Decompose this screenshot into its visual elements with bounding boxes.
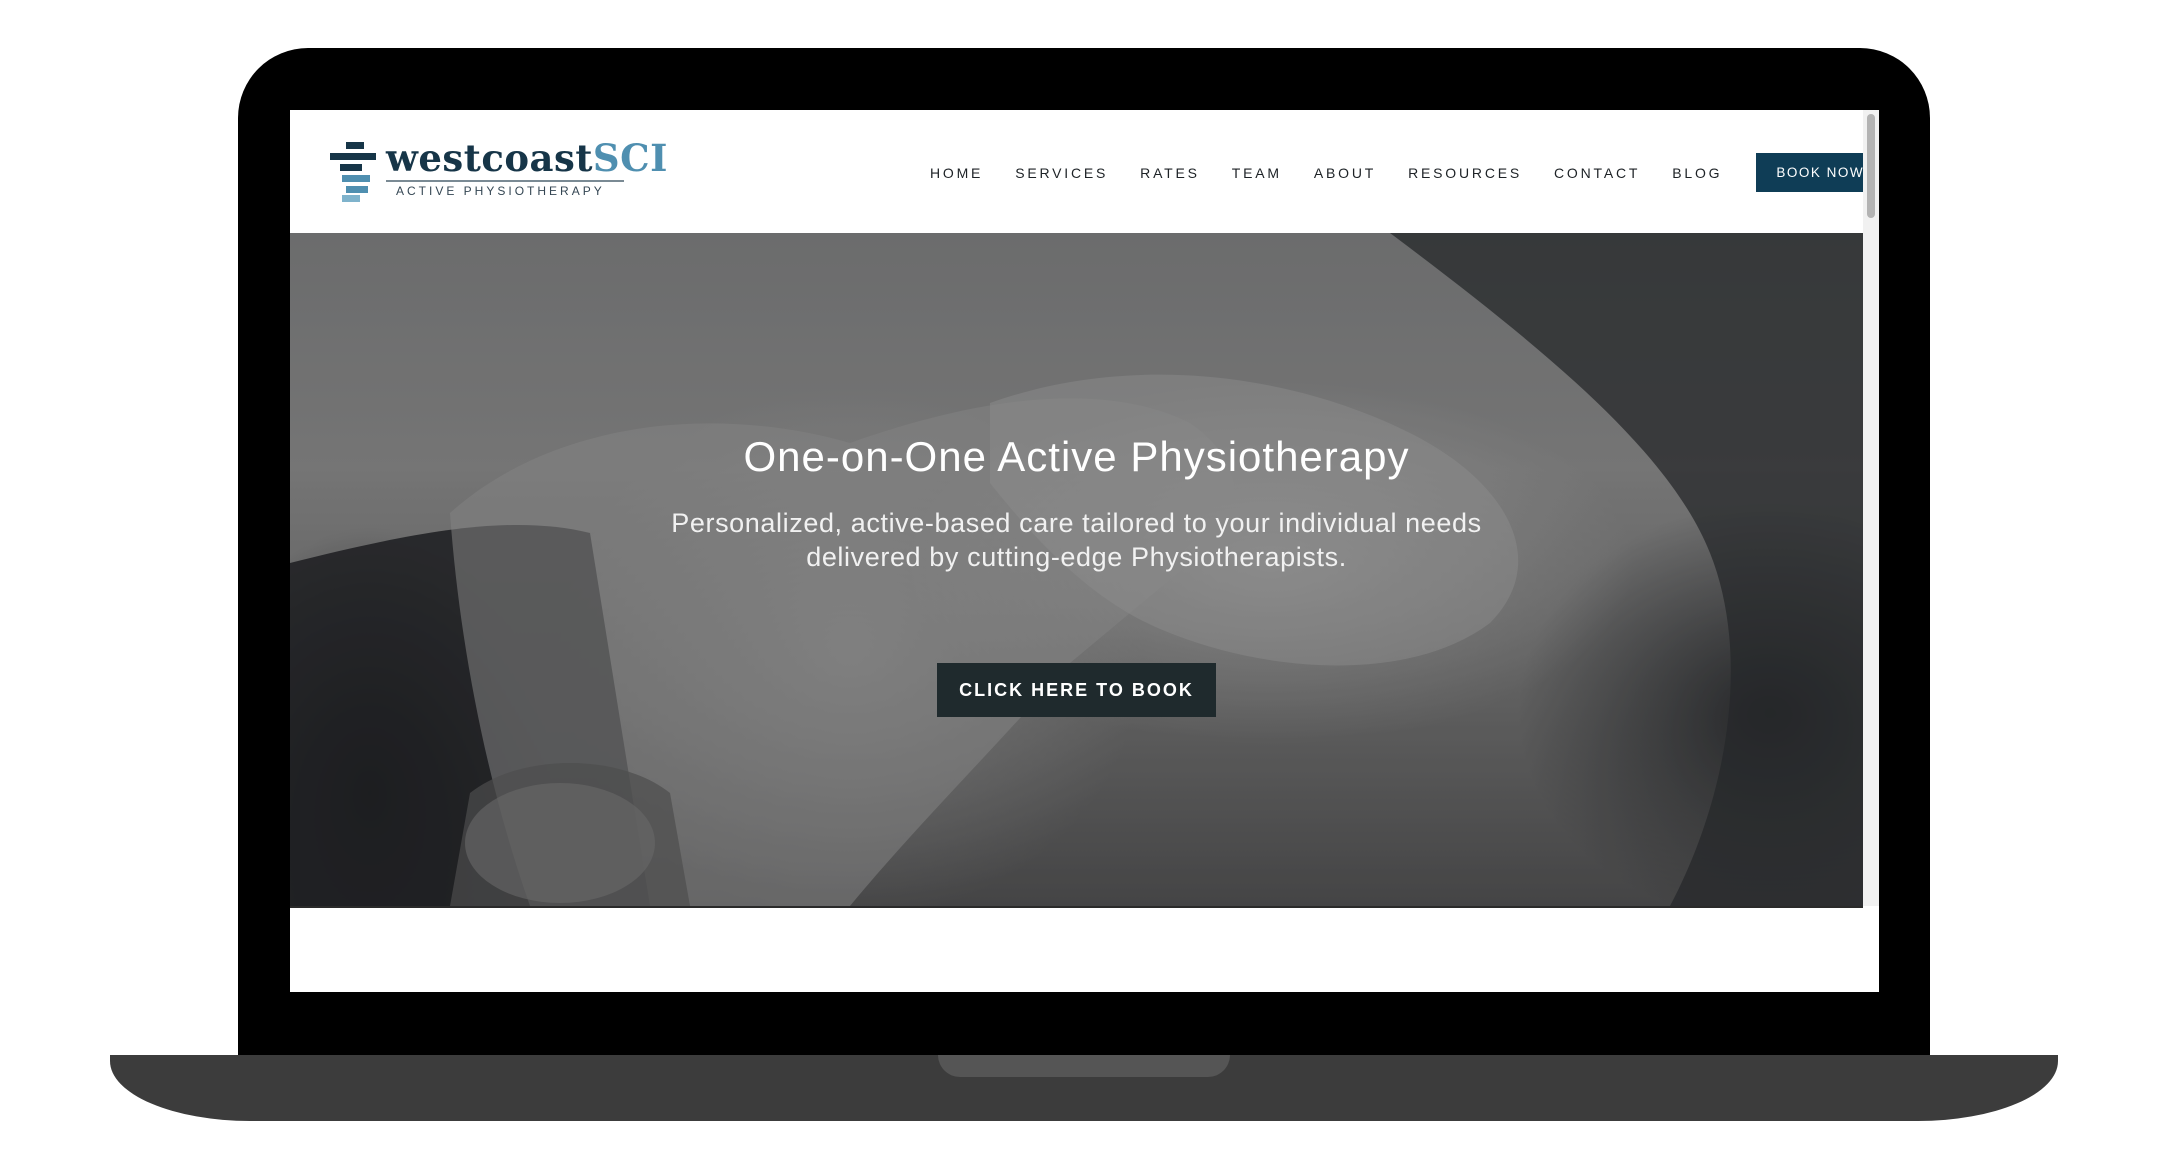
logo-wordmark: westcoastSCI (386, 136, 668, 180)
nav-item-services[interactable]: SERVICES (1015, 165, 1108, 181)
section-divider (290, 906, 1863, 908)
logo-divider (386, 180, 624, 182)
hero-title: One-on-One Active Physiotherapy (743, 433, 1410, 480)
site-header: westcoastSCI ACTIVE PHYSIOTHERAPY HOME S… (290, 110, 1879, 233)
site-logo[interactable]: westcoastSCI ACTIVE PHYSIOTHERAPY (330, 136, 667, 202)
laptop-notch (938, 1055, 1230, 1077)
logo-mark-icon (330, 142, 376, 202)
hero-subtitle-line-2: delivered by cutting-edge Physiotherapis… (806, 542, 1347, 572)
logo-tagline: ACTIVE PHYSIOTHERAPY (396, 184, 605, 198)
logo-word-main: westcoast (386, 136, 593, 180)
book-cta-button[interactable]: CLICK HERE TO BOOK (937, 663, 1216, 717)
nav-item-home[interactable]: HOME (930, 165, 983, 181)
hero-subtitle-line-1: Personalized, active-based care tailored… (671, 508, 1482, 538)
nav-item-team[interactable]: TEAM (1232, 165, 1282, 181)
nav-item-resources[interactable]: RESOURCES (1408, 165, 1522, 181)
hero-section: One-on-One Active Physiotherapy Personal… (290, 233, 1863, 906)
nav-item-blog[interactable]: BLOG (1672, 165, 1722, 181)
nav-item-contact[interactable]: CONTACT (1554, 165, 1640, 181)
main-nav: HOME SERVICES RATES TEAM ABOUT RESOURCES… (930, 153, 1879, 192)
page-scrollbar[interactable] (1863, 110, 1879, 906)
laptop-screen: westcoastSCI ACTIVE PHYSIOTHERAPY HOME S… (290, 110, 1879, 992)
hero-subtitle: Personalized, active-based care tailored… (290, 506, 1863, 574)
scrollbar-thumb[interactable] (1867, 114, 1875, 218)
logo-word-accent: SCI (592, 136, 668, 180)
nav-item-about[interactable]: ABOUT (1314, 165, 1376, 181)
book-now-button[interactable]: BOOK NOW (1756, 153, 1879, 192)
nav-item-rates[interactable]: RATES (1140, 165, 1200, 181)
